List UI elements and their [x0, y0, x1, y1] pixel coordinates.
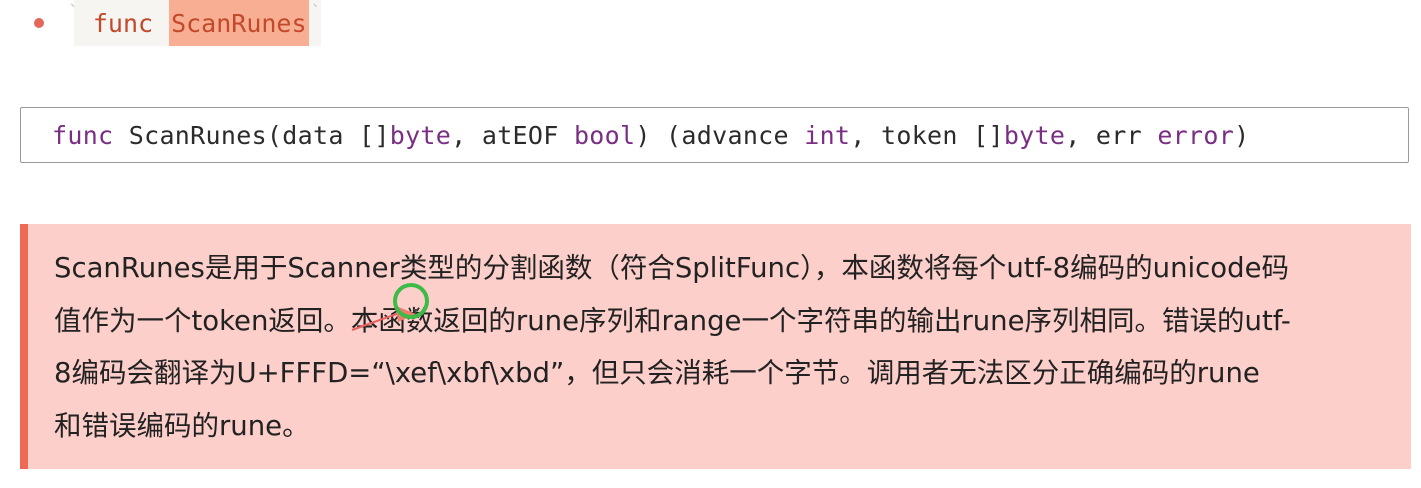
code-token-type: int — [804, 120, 851, 150]
bullet-dot-icon — [34, 18, 44, 28]
callout-line: 8编码会翻译为U+FFFD=“\xef\xbf\xbd”，但只会消耗一个字节。调… — [54, 357, 1260, 389]
code-token-type: bool — [573, 120, 636, 150]
code-line: func ScanRunes(data []byte, atEOF bool) … — [52, 121, 1249, 150]
code-token-plain: , token [] — [850, 120, 1004, 150]
code-token-type: error — [1157, 120, 1235, 150]
note-callout: ScanRunes是用于Scanner类型的分割函数（符合SplitFunc），… — [20, 224, 1411, 469]
backtick-close: ` — [310, 2, 322, 23]
bullet-item: ` func ScanRunes ` — [34, 0, 322, 46]
callout-line: ScanRunes是用于Scanner类型的分割函数（符合SplitFunc），… — [54, 252, 1289, 284]
code-token-plain: ) — [1234, 120, 1250, 150]
callout-line: 和错误编码的rune。 — [54, 409, 310, 442]
callout-line: 值作为一个token返回。本函数返回的rune序列和range一个字符串的输出r… — [54, 304, 1291, 337]
inline-code: ` func ScanRunes ` — [68, 0, 322, 46]
code-token-plain: , err — [1065, 120, 1158, 150]
backtick-open: ` — [68, 2, 79, 23]
code-token-plain: ) (advance — [635, 120, 805, 150]
code-token-type: byte — [389, 120, 452, 150]
callout-paragraph: ScanRunes是用于Scanner类型的分割函数（符合SplitFunc），… — [54, 242, 1381, 452]
code-token-plain: , atEOF — [451, 120, 574, 150]
inline-code-highlighted-name: ScanRunes — [169, 0, 309, 46]
inline-code-keyword: func — [92, 8, 154, 38]
code-token-type: byte — [1003, 120, 1066, 150]
code-token-plain: ScanRunes(data [] — [113, 120, 390, 150]
code-token-kw: func — [52, 120, 114, 150]
code-block: func ScanRunes(data []byte, atEOF bool) … — [20, 107, 1409, 163]
